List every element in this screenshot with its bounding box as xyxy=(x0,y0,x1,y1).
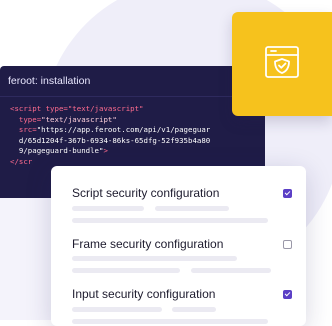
code-value: "https://app.feroot.com/api/v1/pageguar xyxy=(36,125,211,134)
frame-security-checkbox[interactable] xyxy=(283,240,292,249)
code-line: </scr xyxy=(10,156,33,166)
setting-row-script[interactable]: Script security configuration xyxy=(72,186,292,202)
code-value: 9/pageguard-bundle" xyxy=(18,146,104,155)
placeholder-bar xyxy=(72,307,162,312)
security-configuration-card: Script security configuration Frame secu… xyxy=(51,166,306,326)
security-badge xyxy=(232,12,332,116)
placeholder-bar xyxy=(72,206,144,211)
code-panel-title: feroot: installation xyxy=(0,66,265,97)
code-line: <script type="text/javascript" xyxy=(10,104,144,113)
script-security-checkbox[interactable] xyxy=(283,189,292,198)
placeholder-bar xyxy=(172,307,216,312)
placeholder-bar xyxy=(155,206,229,211)
placeholder-bar xyxy=(191,268,271,273)
code-value: "text/javascript" xyxy=(41,114,117,124)
setting-row-input[interactable]: Input security configuration xyxy=(72,287,292,303)
setting-label: Input security configuration xyxy=(72,287,216,301)
setting-label: Frame security configuration xyxy=(72,237,224,251)
input-security-checkbox[interactable] xyxy=(283,290,292,299)
code-tag-end: > xyxy=(103,146,108,155)
code-value: d/65d1204f-367b-6934-86ks-65dfg-52f935b4… xyxy=(18,135,211,145)
shield-check-window-icon xyxy=(265,46,299,78)
setting-label: Script security configuration xyxy=(72,186,220,200)
code-snippet: <script type="text/javascript" type="tex… xyxy=(0,97,265,167)
placeholder-bar xyxy=(72,319,268,324)
setting-row-frame[interactable]: Frame security configuration xyxy=(72,237,292,253)
code-attr: src= xyxy=(18,125,37,134)
placeholder-bar xyxy=(72,268,180,273)
placeholder-bar xyxy=(72,218,268,223)
placeholder-bar xyxy=(72,256,237,261)
code-attr: type= xyxy=(18,114,42,124)
